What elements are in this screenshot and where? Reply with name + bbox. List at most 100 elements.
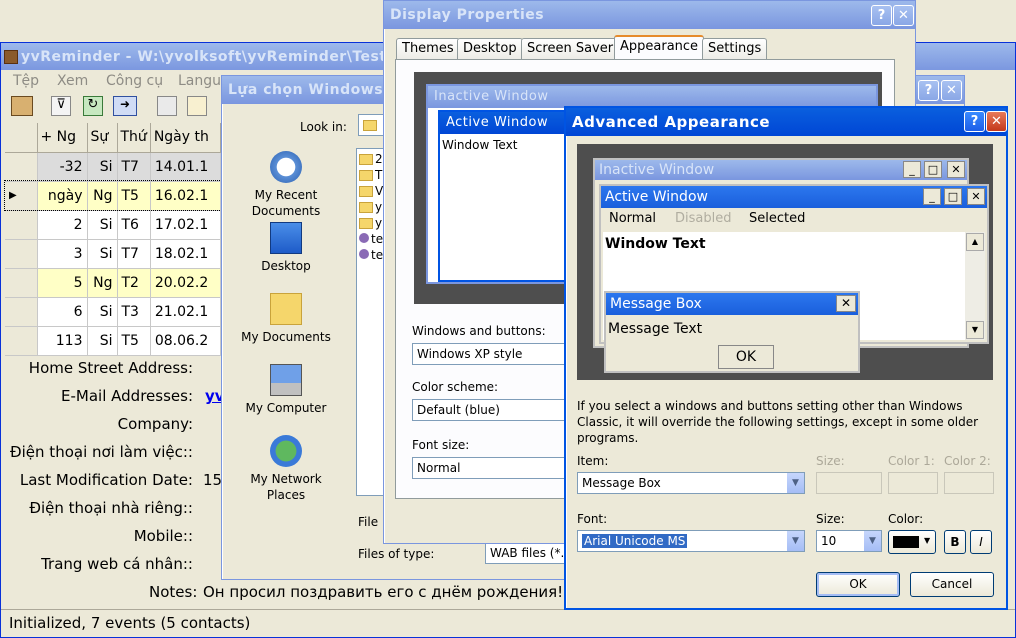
help-icon[interactable]: ? xyxy=(964,111,985,132)
folder-icon xyxy=(359,186,373,197)
font-size-label: Font size: xyxy=(412,438,470,452)
tab-settings[interactable]: Settings xyxy=(702,38,768,60)
italic-button[interactable]: I xyxy=(970,530,992,554)
scroll-up-icon: ▲ xyxy=(966,233,984,251)
files-of-type-value: WAB files (*.w xyxy=(490,546,565,560)
font-color-picker[interactable]: ▼ xyxy=(888,530,936,554)
book-icon[interactable] xyxy=(11,96,33,116)
tab-themes[interactable]: Themes xyxy=(396,38,460,60)
files-of-type-combo[interactable]: WAB files (*.w xyxy=(485,542,565,564)
place-network[interactable]: My Network Places xyxy=(234,435,338,503)
close-icon[interactable]: ✕ xyxy=(893,5,914,26)
preview-inactive-title: Inactive Window xyxy=(434,89,549,104)
menu-view[interactable]: Xem xyxy=(57,73,88,89)
cell-date: 14.01.1 xyxy=(150,152,222,182)
export-icon[interactable]: ➜ xyxy=(113,96,137,116)
adv-window-text: Window Text xyxy=(605,236,706,252)
row-indicator xyxy=(5,239,38,269)
cell-weekday: T5 xyxy=(117,181,151,211)
col-date[interactable]: Ngày th xyxy=(150,123,222,153)
help-icon[interactable]: ? xyxy=(871,5,892,26)
table-row[interactable]: ▶ ngày Ng T5 16.02.1 xyxy=(4,180,222,211)
tab-screen-saver[interactable]: Screen Saver xyxy=(521,38,620,60)
cell-event: Si xyxy=(87,152,118,182)
file-name: V xyxy=(375,184,384,198)
cell-days: 6 xyxy=(37,297,88,327)
help-icon[interactable]: ? xyxy=(918,80,939,101)
cell-event: Ng xyxy=(87,181,118,211)
table-row[interactable]: 5 Ng T2 20.02.2 xyxy=(5,268,222,298)
tab-desktop[interactable]: Desktop xyxy=(457,38,523,60)
table-row[interactable]: -32 Si T7 14.01.1 xyxy=(5,152,222,182)
label-company: Company: xyxy=(117,415,193,433)
label-modification-date: Last Modification Date: xyxy=(19,471,193,489)
cell-event: Si xyxy=(87,239,118,269)
close-icon[interactable]: ✕ xyxy=(941,80,962,101)
windows-buttons-value: Windows XP style xyxy=(417,347,523,361)
bold-button[interactable]: B xyxy=(944,530,966,554)
col-days[interactable]: + Ng xyxy=(37,123,88,153)
row-indicator xyxy=(5,268,38,298)
label-webpage: Trang web cá nhân:: xyxy=(41,555,193,573)
table-row[interactable]: 113 Si T5 08.06.2 xyxy=(5,326,222,356)
item-label: Item: xyxy=(577,454,609,468)
tab-strip: Themes Desktop Screen Saver Appearance S… xyxy=(396,35,896,61)
file-name-label: File xyxy=(358,515,379,529)
table-row[interactable]: 3 Si T7 18.02.1 xyxy=(5,239,222,269)
tab-appearance[interactable]: Appearance xyxy=(614,35,705,61)
place-computer[interactable]: My Computer xyxy=(234,364,338,416)
filter-icon[interactable]: ⊽ xyxy=(51,96,71,116)
status-text: Initialized, 7 events (5 contacts) xyxy=(9,614,251,632)
col-weekday[interactable]: Thứ xyxy=(117,123,151,153)
font-size-combo[interactable]: Normal xyxy=(412,457,572,479)
recent-documents-icon xyxy=(270,151,302,183)
adv-message-box[interactable]: Message Box ✕ Message Text OK xyxy=(604,291,860,373)
advanced-titlebar[interactable]: Advanced Appearance xyxy=(566,108,1006,136)
msgbox-text: Message Text xyxy=(608,321,703,337)
color2-label: Color 2: xyxy=(944,454,991,468)
display-properties-titlebar[interactable]: Display Properties xyxy=(384,1,915,29)
cell-weekday: T3 xyxy=(117,297,151,327)
place-desktop[interactable]: Desktop xyxy=(234,222,338,274)
cell-date: 20.02.2 xyxy=(150,268,222,298)
windows-buttons-label: Windows and buttons: xyxy=(412,324,546,338)
label-home-street: Home Street Address: xyxy=(28,359,193,377)
font-label: Font: xyxy=(577,512,608,526)
desktop-icon xyxy=(270,222,302,254)
cell-event: Ng xyxy=(87,268,118,298)
font-size-combo[interactable]: 10 ▼ xyxy=(816,530,882,552)
menu-selected: Selected xyxy=(749,211,806,226)
table-row[interactable]: 6 Si T3 21.02.1 xyxy=(5,297,222,327)
menu-file[interactable]: Tệp xyxy=(13,73,39,89)
windows-buttons-combo[interactable]: Windows XP style xyxy=(412,343,572,365)
msgbox-title: Message Box xyxy=(610,296,702,312)
refresh-icon[interactable]: ↻ xyxy=(83,96,103,116)
chevron-down-icon: ▼ xyxy=(786,531,804,551)
color-scheme-combo[interactable]: Default (blue) xyxy=(412,399,572,421)
col-event[interactable]: Sự xyxy=(87,123,118,153)
menu-language[interactable]: Langu xyxy=(178,73,221,89)
item-combo[interactable]: Message Box ▼ xyxy=(577,472,805,494)
properties-icon[interactable] xyxy=(157,96,177,116)
copy-icon[interactable] xyxy=(187,96,207,116)
close-icon[interactable]: ✕ xyxy=(986,111,1007,132)
row-indicator xyxy=(5,297,38,327)
folder-icon xyxy=(359,170,373,181)
place-recent[interactable]: My Recent Documents xyxy=(234,151,338,219)
color-scheme-value: Default (blue) xyxy=(417,403,500,417)
table-row[interactable]: 2 Si T6 17.02.1 xyxy=(5,210,222,240)
row-indicator xyxy=(5,210,38,240)
label-home-phone: Điện thoại nhà riêng:: xyxy=(29,499,193,517)
file-name: T xyxy=(375,168,383,182)
place-documents[interactable]: My Documents xyxy=(234,293,338,345)
scroll-down-icon: ▼ xyxy=(966,321,984,339)
place-documents-label: My Documents xyxy=(241,330,331,344)
font-combo[interactable]: Arial Unicode MS ▼ xyxy=(577,530,805,552)
cancel-button[interactable]: Cancel xyxy=(910,572,994,597)
cell-date: 16.02.1 xyxy=(150,181,222,211)
size-stepper xyxy=(816,472,882,494)
cell-weekday: T5 xyxy=(117,326,151,356)
font-size-value: 10 xyxy=(821,534,837,548)
menu-tools[interactable]: Công cụ xyxy=(106,73,163,89)
ok-button[interactable]: OK xyxy=(816,572,900,597)
